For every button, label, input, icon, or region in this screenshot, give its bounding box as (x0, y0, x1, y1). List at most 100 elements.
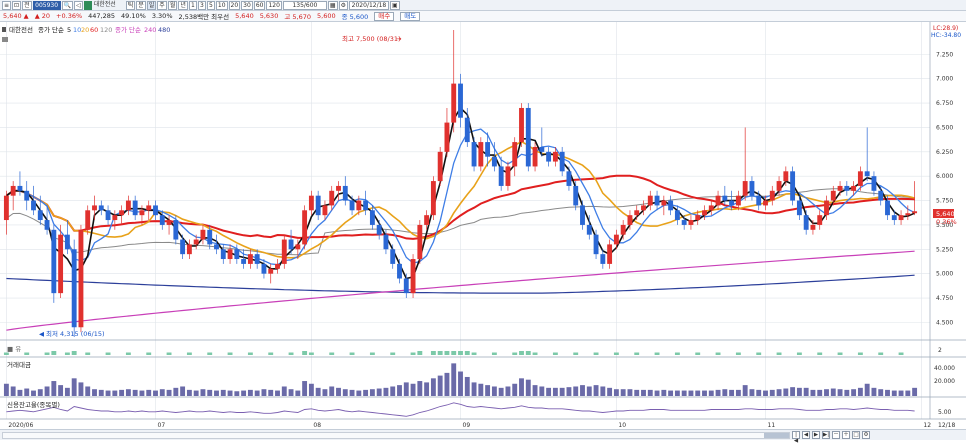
sub-indicator-bar (532, 352, 538, 355)
volume-bar (485, 385, 491, 396)
price-tick-label: 6.750 (936, 100, 953, 107)
zoom-in-button[interactable]: ＋ (842, 431, 850, 439)
scroll-end-button[interactable]: ▶| (822, 431, 830, 439)
candle-body (600, 254, 606, 264)
volume-bar (681, 390, 687, 396)
calendar-icon[interactable]: ▣ (389, 0, 400, 10)
volume-bar (295, 390, 301, 396)
candle-body (552, 151, 558, 162)
period-tab-2[interactable]: 일 (146, 0, 157, 10)
volume-bar (729, 389, 735, 396)
volume-bar (695, 390, 701, 396)
stock-nav-button[interactable]: ◁ (74, 0, 83, 10)
price-tick-label: 4.500 (936, 319, 953, 326)
grid-icon[interactable]: ▦ (327, 0, 338, 10)
period-tab-0[interactable]: 틱 (125, 0, 136, 10)
candle-body (471, 142, 477, 167)
panel-toggle-icon[interactable] (2, 37, 8, 42)
volume-bar (132, 389, 138, 396)
interval-button-10[interactable]: 10 (215, 0, 228, 10)
scroll-right-button[interactable]: ▶ (812, 431, 820, 439)
candle-body (559, 151, 565, 172)
volume-bar (207, 389, 213, 396)
candle-body (715, 195, 721, 206)
stock-code-input[interactable]: 005930 (32, 0, 61, 10)
period-tab-1[interactable]: 분 (136, 0, 146, 10)
volume-bar (593, 385, 599, 396)
volume-bar (234, 391, 240, 396)
scroll-thumb[interactable] (764, 432, 789, 438)
candle-body (607, 244, 613, 264)
period-tab-4[interactable]: 월 (167, 0, 178, 10)
candle-body (186, 244, 192, 255)
candle-body (708, 205, 714, 211)
candle-body (417, 224, 423, 260)
candle-body (295, 244, 301, 250)
annotation-high-arrow: → (396, 35, 402, 43)
candle-body (857, 171, 863, 186)
scroll-left-button[interactable]: ◀ (802, 431, 810, 439)
settings-button[interactable]: ⊡ (12, 0, 22, 10)
interval-button-20[interactable]: 20 (228, 0, 241, 10)
sell-button[interactable]: 매도 (400, 11, 421, 21)
interval-button-120[interactable]: 120 (266, 0, 282, 10)
volume-bar (464, 376, 470, 396)
volume-bar (851, 389, 857, 396)
sub-indicator-bar (24, 352, 30, 355)
menu-button[interactable]: ≡ (2, 0, 12, 10)
interval-button-30[interactable]: 30 (241, 0, 253, 10)
volume-bar (71, 378, 77, 396)
volume-bar (92, 389, 97, 396)
scroll-track[interactable] (2, 431, 790, 439)
chart-settings-button[interactable]: ⚙ (862, 431, 870, 439)
scroll-start-button[interactable]: |◀ (792, 431, 800, 444)
volume-bar (559, 387, 565, 396)
market-select[interactable]: 전 (22, 0, 32, 10)
volume-bar (471, 382, 477, 396)
volume-bar (702, 390, 707, 396)
date-input[interactable]: 2020/12/18 (348, 0, 389, 10)
sub-indicator-bar (796, 352, 802, 355)
candle-body (92, 205, 97, 211)
volume-bar (315, 387, 321, 396)
interval-button-5[interactable]: 5 (206, 0, 215, 10)
volume-bar (491, 386, 497, 396)
candle-body (105, 210, 111, 221)
candle-body (234, 249, 240, 260)
period-tab-3[interactable]: 주 (157, 0, 167, 10)
close-price: 종 5,600 (341, 13, 369, 21)
volume-bar (668, 390, 674, 396)
candle-body (51, 229, 57, 294)
volume-bar (417, 381, 423, 396)
period-tab-5[interactable]: 년 (178, 0, 188, 10)
interval-button-60[interactable]: 60 (253, 0, 266, 10)
volume-bar (241, 390, 247, 396)
interval-button-3[interactable]: 3 (197, 0, 206, 10)
candle-body (885, 200, 890, 216)
candle-body (491, 156, 497, 167)
interval-button-1[interactable]: 1 (188, 0, 197, 10)
open-price-2: 5,630 (259, 12, 279, 20)
volume-bar (803, 387, 809, 396)
candle-body (593, 234, 599, 255)
volume-bar (885, 389, 890, 396)
search-icon[interactable]: 🔍 (61, 0, 74, 10)
zoom-out-button[interactable]: － (832, 431, 840, 439)
stock-chart[interactable]: 7.2507.0006.7506.5006.2506.0005.7505.500… (0, 22, 966, 429)
volume-bar (532, 385, 538, 396)
data-count-input[interactable]: 135/600 (282, 0, 327, 10)
candle-body (410, 259, 416, 294)
fit-button[interactable]: □ (852, 431, 860, 439)
sub-indicator-bar (390, 352, 396, 355)
sub-indicator-bar (85, 352, 91, 355)
volume-bar (634, 389, 640, 396)
candle-body (756, 195, 762, 206)
price-change-pct: +0.36% (56, 12, 83, 20)
candle-body (498, 166, 504, 186)
price-tick-label: 6.500 (936, 124, 953, 131)
gear-icon[interactable]: ⚙ (338, 0, 348, 10)
sub-indicator-bar (44, 352, 50, 355)
volume-bar (878, 389, 884, 396)
buy-button[interactable]: 매수 (374, 11, 395, 21)
sub-indicator-bar (166, 352, 172, 355)
